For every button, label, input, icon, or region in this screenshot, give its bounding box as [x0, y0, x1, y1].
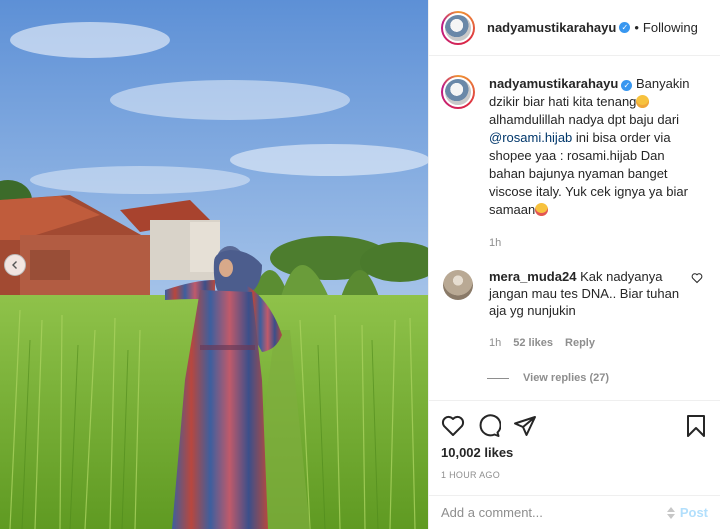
- comment-body: mera_muda24 Kak nadyanya jangan mau tes …: [489, 268, 689, 352]
- author-avatar[interactable]: [441, 10, 475, 45]
- view-replies-label: View replies (27): [523, 372, 610, 384]
- updown-arrows-icon: [666, 506, 675, 519]
- post-caption: nadyamustikarahayu ✓ Banyakin dzikir biar…: [429, 57, 720, 252]
- comment-username[interactable]: mera_muda24: [489, 269, 576, 284]
- add-comment-bar: Post: [429, 495, 720, 529]
- likes-count[interactable]: 10,002 likes: [441, 445, 708, 460]
- replies-divider-line: [487, 377, 509, 379]
- chevron-left-icon: [12, 261, 17, 269]
- comment-icon: [479, 414, 501, 437]
- like-button[interactable]: [441, 414, 465, 438]
- comments-list[interactable]: nadyamustikarahayu ✓ Banyakin dzikir biar…: [429, 57, 720, 400]
- comment-time[interactable]: 1h: [489, 335, 501, 352]
- heart-eyes-emoji-icon: [535, 203, 549, 216]
- post-comment-button[interactable]: Post: [680, 505, 708, 520]
- carousel-prev-button[interactable]: [4, 254, 26, 276]
- like-comment-heart-icon[interactable]: [691, 272, 703, 284]
- caption-username[interactable]: nadyamustikarahayu: [489, 76, 618, 91]
- reply-button[interactable]: Reply: [565, 335, 595, 352]
- separator-dot: •: [634, 20, 639, 35]
- verified-badge-icon: ✓: [619, 22, 631, 33]
- bookmark-icon: [687, 415, 705, 437]
- comment-button[interactable]: [477, 414, 501, 438]
- heart-icon: [441, 415, 465, 436]
- view-replies-button[interactable]: View replies (27): [487, 372, 720, 384]
- save-button[interactable]: [684, 414, 708, 438]
- author-username[interactable]: nadyamustikarahayu: [487, 20, 616, 35]
- commenter-avatar[interactable]: [443, 270, 473, 300]
- action-bar: [441, 401, 708, 449]
- comment-meta: 1h 52 likes Reply: [489, 335, 689, 352]
- caption-time[interactable]: 1h: [489, 234, 699, 252]
- share-icon: [514, 416, 536, 436]
- comment-item: mera_muda24 Kak nadyanya jangan mau tes …: [429, 268, 720, 352]
- blush-emoji-icon: [636, 95, 650, 108]
- mention-link[interactable]: @rosami.hijab: [489, 130, 572, 145]
- post-header: nadyamustikarahayu ✓ • Following: [429, 0, 720, 56]
- post-side-panel: nadyamustikarahayu ✓ • Following nadyamu…: [428, 0, 720, 529]
- caption-body: nadyamustikarahayu ✓ Banyakin dzikir biar…: [489, 75, 699, 252]
- post-timestamp[interactable]: 1 HOUR AGO: [441, 470, 708, 480]
- following-button[interactable]: Following: [643, 20, 698, 35]
- verified-badge-icon: ✓: [621, 80, 633, 91]
- add-comment-input[interactable]: [441, 505, 666, 520]
- share-button[interactable]: [513, 414, 537, 438]
- post-photo[interactable]: [0, 0, 428, 529]
- photo-scene: [0, 0, 428, 529]
- post-actions: 10,002 likes 1 HOUR AGO: [429, 400, 720, 480]
- comment-likes[interactable]: 52 likes: [513, 335, 553, 352]
- caption-text-2: alhamdulillah nadya dpt baju dari: [489, 112, 680, 127]
- caption-avatar[interactable]: [441, 75, 475, 109]
